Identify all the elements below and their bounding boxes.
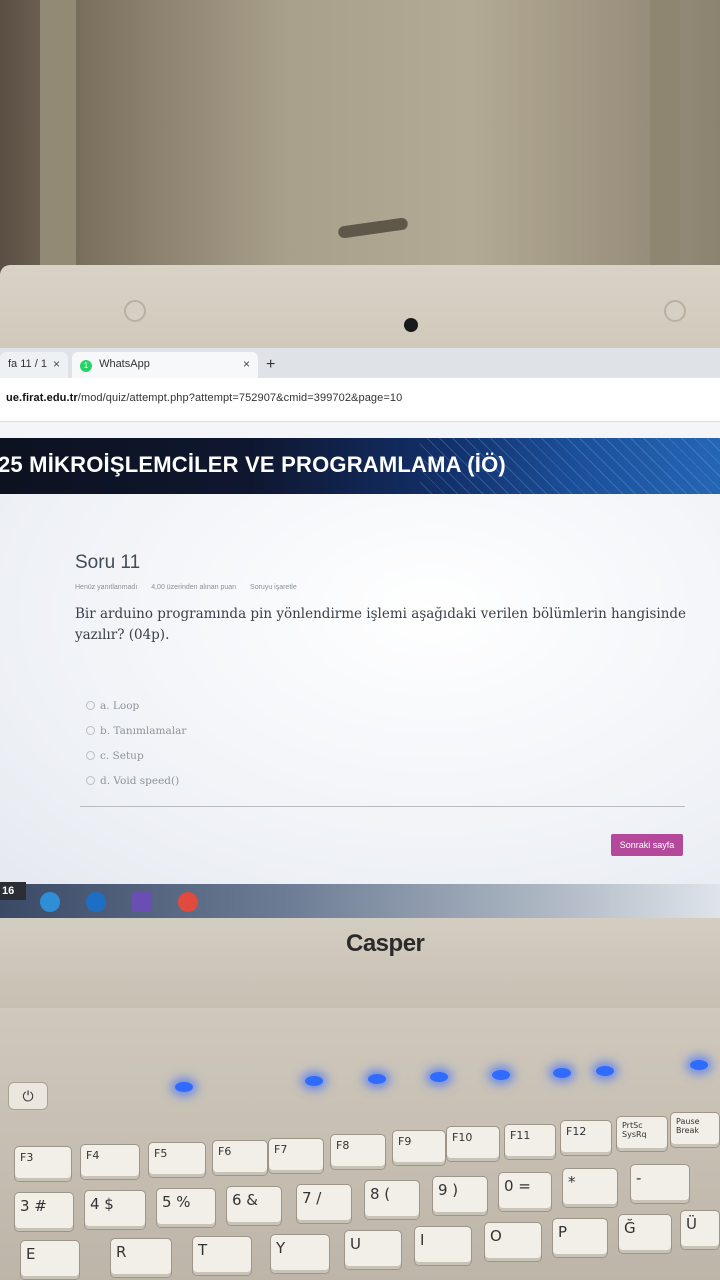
option-label: d. Void speed() <box>100 775 180 787</box>
status-led <box>175 1082 193 1092</box>
option-a[interactable]: a. Loop <box>86 700 186 725</box>
tab-quiz-label: fa 11 / 1 <box>8 358 47 370</box>
key-7[interactable]: 7 / <box>296 1184 352 1224</box>
bezel-bumper-right <box>664 300 686 322</box>
next-page-button[interactable]: Sonraki sayfa <box>611 834 683 856</box>
quiz-content: Soru 11 Henüz yanıtlanmadı 4,00 üzerinde… <box>0 494 720 884</box>
taskbar <box>0 884 720 920</box>
status-led <box>368 1074 386 1084</box>
option-label: c. Setup <box>100 750 144 762</box>
key-f10[interactable]: F10 <box>446 1126 500 1162</box>
browser-tab-bar: fa 11 / 1 × 1 WhatsApp × + <box>0 348 720 378</box>
key-f8[interactable]: F8 <box>330 1134 386 1170</box>
status-led <box>492 1070 510 1080</box>
flag-question-link[interactable]: Soruyu işaretle <box>250 584 297 591</box>
key-u[interactable]: U <box>344 1230 402 1270</box>
key-0[interactable]: 0 = <box>498 1172 552 1212</box>
ie-icon[interactable] <box>40 892 60 912</box>
option-label: b. Tanımlamalar <box>100 725 187 737</box>
brand-logo: Casper <box>346 930 425 957</box>
edge-icon[interactable] <box>86 892 106 912</box>
key-t[interactable]: T <box>192 1236 252 1276</box>
status-led <box>430 1072 448 1082</box>
question-title: Soru 11 <box>75 552 141 573</box>
key-9[interactable]: 9 ) <box>432 1176 488 1216</box>
visual-studio-icon[interactable] <box>132 892 152 912</box>
url-path: /mod/quiz/attempt.php?attempt=752907&cmi… <box>77 392 403 404</box>
question-info: Henüz yanıtlanmadı 4,00 üzerinden alınan… <box>75 584 309 591</box>
question-text: Bir arduino programında pin yönlendirme … <box>75 606 687 643</box>
key-6[interactable]: 6 & <box>226 1186 282 1226</box>
radio-button[interactable] <box>86 701 95 710</box>
course-title: 25 MİKROİŞLEMCİLER VE PROGRAMLAMA (İÖ) <box>0 452 506 477</box>
answer-options: a. Loop b. Tanımlamalar c. Setup d. Void… <box>86 700 186 800</box>
option-b[interactable]: b. Tanımlamalar <box>86 725 186 750</box>
background-door <box>40 0 680 290</box>
key-p[interactable]: P <box>552 1218 608 1258</box>
key-i[interactable]: I <box>414 1226 472 1266</box>
key-f6[interactable]: F6 <box>212 1140 268 1176</box>
tab-whatsapp-label: WhatsApp <box>99 358 150 370</box>
option-d[interactable]: d. Void speed() <box>86 775 186 800</box>
laptop-screen: fa 11 / 1 × 1 WhatsApp × + ue.firat.edu.… <box>0 348 720 920</box>
key-y[interactable]: Y <box>270 1234 330 1274</box>
key-f7[interactable]: F7 <box>268 1138 324 1174</box>
key-asterisk[interactable]: * <box>562 1168 618 1208</box>
key-5[interactable]: 5 % <box>156 1188 216 1228</box>
divider <box>80 806 685 807</box>
course-banner: 25 MİKROİŞLEMCİLER VE PROGRAMLAMA (İÖ) <box>0 438 720 494</box>
key-4[interactable]: 4 $ <box>84 1190 146 1230</box>
key-f4[interactable]: F4 <box>80 1144 140 1180</box>
key-e[interactable]: E <box>20 1240 80 1280</box>
key-minus[interactable]: - <box>630 1164 690 1204</box>
key-f9[interactable]: F9 <box>392 1130 446 1166</box>
status-led <box>596 1066 614 1076</box>
key-pause[interactable]: Pause Break <box>670 1112 720 1148</box>
key-f11[interactable]: F11 <box>504 1124 556 1160</box>
radio-button[interactable] <box>86 726 95 735</box>
chrome-icon[interactable] <box>178 892 198 912</box>
power-button[interactable]: ⏻ <box>8 1082 48 1110</box>
tab-whatsapp[interactable]: 1 WhatsApp × <box>72 352 258 378</box>
key-3[interactable]: 3 # <box>14 1192 74 1232</box>
url-text[interactable]: ue.firat.edu.tr/mod/quiz/attempt.php?att… <box>6 392 402 404</box>
question-status: Henüz yanıtlanmadı <box>75 584 138 591</box>
key-u-umlaut[interactable]: Ü <box>680 1210 720 1250</box>
key-o[interactable]: O <box>484 1222 542 1262</box>
clock-fragment: 16 <box>0 882 26 900</box>
status-led <box>305 1076 323 1086</box>
new-tab-button[interactable]: + <box>266 356 275 374</box>
key-f3[interactable]: F3 <box>14 1146 72 1182</box>
close-icon[interactable]: × <box>53 357 60 371</box>
key-f5[interactable]: F5 <box>148 1142 206 1178</box>
tab-quiz[interactable]: fa 11 / 1 × <box>0 352 68 378</box>
question-points: 4,00 üzerinden alınan puan <box>151 584 237 591</box>
close-icon[interactable]: × <box>243 357 250 371</box>
url-domain: ue.firat.edu.tr <box>6 392 78 404</box>
status-led <box>690 1060 708 1070</box>
bezel-bumper-left <box>124 300 146 322</box>
radio-button[interactable] <box>86 776 95 785</box>
option-c[interactable]: c. Setup <box>86 750 186 775</box>
key-f12[interactable]: F12 <box>560 1120 612 1156</box>
key-prtsc[interactable]: PrtSc SysRq <box>616 1116 668 1152</box>
whatsapp-icon: 1 <box>80 360 92 372</box>
key-8[interactable]: 8 ( <box>364 1180 420 1220</box>
option-label: a. Loop <box>100 700 140 712</box>
status-led <box>553 1068 571 1078</box>
key-g-breve[interactable]: Ğ <box>618 1214 672 1254</box>
key-r[interactable]: R <box>110 1238 172 1278</box>
address-bar[interactable]: ue.firat.edu.tr/mod/quiz/attempt.php?att… <box>0 378 720 422</box>
webcam <box>404 318 418 332</box>
radio-button[interactable] <box>86 751 95 760</box>
